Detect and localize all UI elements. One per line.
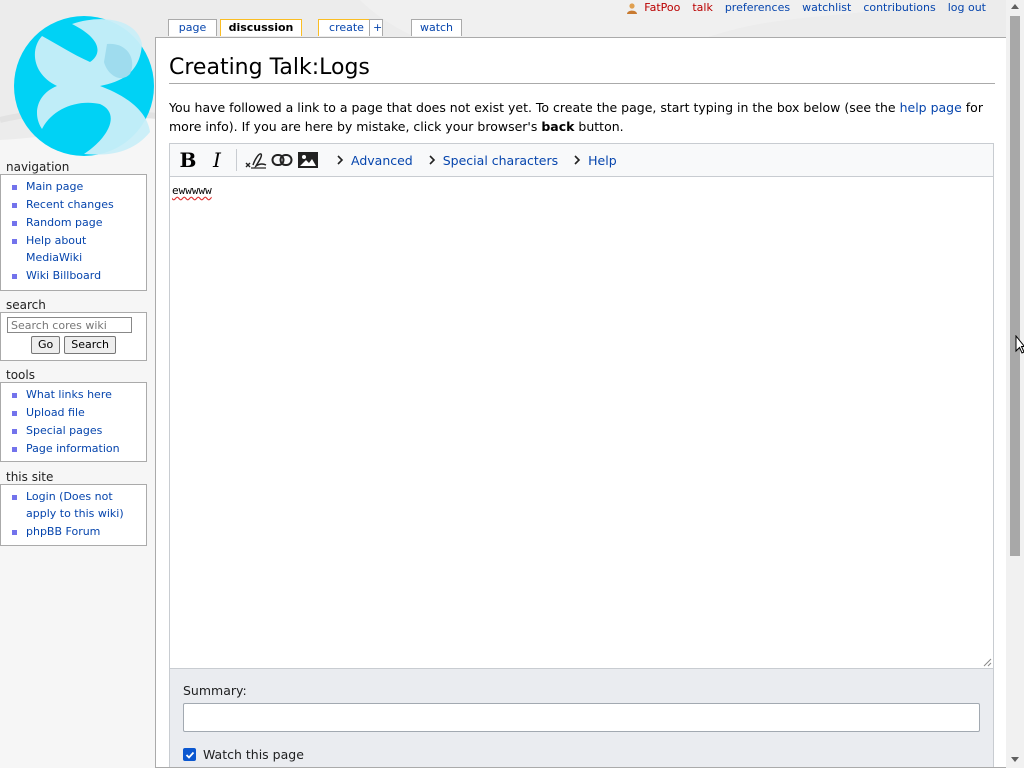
resize-handle-icon[interactable] xyxy=(983,658,992,667)
summary-input[interactable] xyxy=(183,703,980,732)
link-button[interactable] xyxy=(269,144,295,176)
watch-this-page[interactable]: Watch this page xyxy=(183,747,304,762)
sidebar-item-page-information[interactable]: Page information xyxy=(26,442,120,455)
mouse-cursor-icon xyxy=(1015,335,1024,354)
tab-add-section[interactable]: + xyxy=(369,19,383,36)
tab-create[interactable]: create xyxy=(318,19,375,36)
help-page-link[interactable]: help page xyxy=(900,100,962,115)
image-button[interactable] xyxy=(295,144,321,176)
personal-tools: FatPoo talk preferences watchlist contri… xyxy=(626,1,986,14)
portlet-this-site: this site Login (Does not apply to this … xyxy=(0,470,147,546)
intro-back-bold: back xyxy=(541,119,575,134)
this-site-body: Login (Does not apply to this wiki) phpB… xyxy=(0,484,147,546)
signature-icon xyxy=(245,153,267,169)
edit-options: Summary: Watch this page xyxy=(169,669,994,767)
edit-textarea[interactable]: ewwwww xyxy=(170,177,993,668)
checkmark-icon xyxy=(185,751,194,759)
search-body: Search cores wiki Go Search xyxy=(0,312,147,361)
special-characters-label: Special characters xyxy=(442,152,559,168)
portlet-navigation: navigation Main page Recent changes Rand… xyxy=(0,160,147,291)
sidebar-item-special-pages[interactable]: Special pages xyxy=(26,424,102,437)
tab-page[interactable]: page xyxy=(168,19,217,36)
tab-add-section-label: + xyxy=(373,21,383,34)
wiki-logo[interactable] xyxy=(12,14,157,156)
scrollbar-thumb[interactable] xyxy=(1010,16,1020,556)
chevron-right-icon xyxy=(574,155,581,165)
tab-watch-label: watch xyxy=(419,21,454,34)
logout-link[interactable]: log out xyxy=(948,1,986,14)
tab-discussion[interactable]: discussion xyxy=(220,19,302,36)
image-icon xyxy=(298,152,318,168)
help-label: Help xyxy=(588,152,617,168)
user-link[interactable]: FatPoo xyxy=(644,1,680,14)
intro-text-1: You have followed a link to a page that … xyxy=(169,100,900,115)
tab-page-label: page xyxy=(178,21,207,34)
wikitext-editor: B I Advanced Special characters Help eww… xyxy=(169,143,994,669)
page-title: Creating Talk:Logs xyxy=(169,55,995,84)
scroll-up-icon[interactable] xyxy=(1011,4,1019,9)
sidebar-item-login[interactable]: Login (Does not apply to this wiki) xyxy=(26,490,124,520)
sidebar-item-help[interactable]: Help about MediaWiki xyxy=(26,234,86,264)
tools-body: What links here Upload file Special page… xyxy=(0,382,147,462)
signature-button[interactable] xyxy=(243,144,269,176)
navigation-heading: navigation xyxy=(6,160,70,174)
intro-text-3: button. xyxy=(574,119,624,134)
sidebar-item-wiki-billboard[interactable]: Wiki Billboard xyxy=(26,269,101,282)
contributions-link[interactable]: contributions xyxy=(863,1,935,14)
watchlist-link[interactable]: watchlist xyxy=(802,1,851,14)
tab-watch[interactable]: watch xyxy=(411,19,462,36)
sidebar-item-recent-changes[interactable]: Recent changes xyxy=(26,198,114,211)
portlet-tools: tools What links here Upload file Specia… xyxy=(0,368,147,462)
scroll-down-icon[interactable] xyxy=(1011,757,1019,762)
watch-checkbox[interactable] xyxy=(183,748,196,761)
chevron-right-icon xyxy=(429,155,435,165)
help-toggle[interactable]: Help xyxy=(572,153,617,168)
link-icon xyxy=(271,154,293,166)
bold-button[interactable]: B xyxy=(172,144,204,176)
italic-button[interactable]: I xyxy=(204,144,230,176)
preferences-link[interactable]: preferences xyxy=(725,1,790,14)
tab-discussion-label: discussion xyxy=(228,21,294,34)
edit-textarea-content: ewwwww xyxy=(172,184,212,197)
sidebar-item-what-links-here[interactable]: What links here xyxy=(26,388,112,401)
sidebar-item-main-page[interactable]: Main page xyxy=(26,180,83,193)
page-scrollbar[interactable] xyxy=(1006,0,1024,768)
user-icon xyxy=(627,2,638,14)
sidebar-item-random-page[interactable]: Random page xyxy=(26,216,103,229)
tools-heading: tools xyxy=(6,368,35,382)
sidebar-item-upload-file[interactable]: Upload file xyxy=(26,406,85,419)
go-button[interactable]: Go xyxy=(30,336,61,354)
sidebar-item-phpbb-forum[interactable]: phpBB Forum xyxy=(26,525,100,538)
tab-create-label: create xyxy=(329,21,364,34)
toolbar-separator xyxy=(236,149,237,171)
advanced-toggle[interactable]: Advanced xyxy=(335,153,413,168)
chevron-right-icon xyxy=(337,155,344,165)
watch-label: Watch this page xyxy=(203,747,304,762)
talk-link[interactable]: talk xyxy=(692,1,712,14)
summary-label: Summary: xyxy=(183,683,247,698)
intro-text: You have followed a link to a page that … xyxy=(169,98,997,136)
search-heading: search xyxy=(6,298,46,312)
navigation-body: Main page Recent changes Random page Hel… xyxy=(0,174,147,291)
special-characters-toggle[interactable]: Special characters xyxy=(427,153,558,168)
search-button[interactable]: Search xyxy=(64,336,117,354)
content-area: Creating Talk:Logs You have followed a l… xyxy=(155,37,1006,768)
this-site-heading: this site xyxy=(6,470,54,484)
portlet-search: search Search cores wiki Go Search xyxy=(0,298,147,361)
advanced-label: Advanced xyxy=(351,152,413,168)
editor-toolbar: B I Advanced Special characters Help xyxy=(170,144,993,177)
search-input[interactable]: Search cores wiki xyxy=(7,317,132,333)
